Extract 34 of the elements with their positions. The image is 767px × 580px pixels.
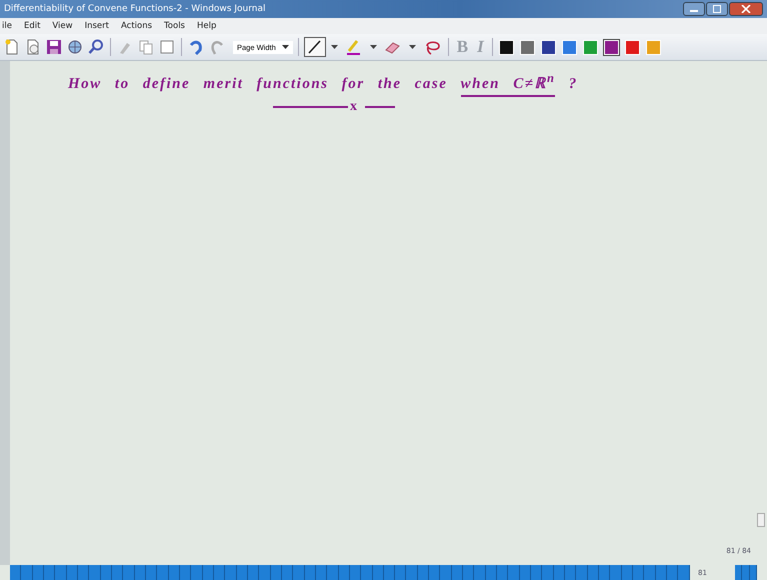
menu-item[interactable]: ile [2,21,12,31]
caret-icon[interactable] [370,45,377,49]
color-swatch[interactable] [625,40,640,54]
color-swatch[interactable] [520,40,536,54]
close-button[interactable] [729,2,763,16]
color-swatch[interactable] [604,40,620,54]
color-swatch[interactable] [646,40,662,54]
color-swatch[interactable] [562,40,578,54]
color-swatch[interactable] [499,40,514,54]
menu-item[interactable]: Insert [84,21,109,31]
caret-icon[interactable] [330,45,338,49]
square-icon[interactable] [158,38,176,56]
caret-icon [282,45,289,49]
close-icon [741,5,751,13]
save-icon[interactable] [45,38,63,56]
caret-icon[interactable] [408,45,416,49]
menu-item[interactable]: View [52,21,73,31]
handwritten-mark: x [350,99,357,115]
pen-button[interactable] [304,37,326,57]
search-icon[interactable] [87,38,105,56]
menu-item[interactable]: Actions [120,21,152,31]
menu-item[interactable]: Tools [164,21,185,31]
minimize-button[interactable] [683,2,705,16]
window-title: Differentiability of Convene Functions-2 - Windows Journal [4,4,266,14]
maximize-icon [712,5,722,13]
color-swatch[interactable] [541,40,556,54]
highlighter-icon [344,39,363,55]
menu-item[interactable]: Help [197,21,216,31]
maximize-button[interactable] [706,2,728,16]
globe-icon[interactable] [66,38,84,56]
menu-item[interactable]: Edit [24,21,40,31]
color-swatch[interactable] [583,40,598,54]
undo-icon[interactable] [187,38,205,56]
scrollbar[interactable] [757,513,765,527]
